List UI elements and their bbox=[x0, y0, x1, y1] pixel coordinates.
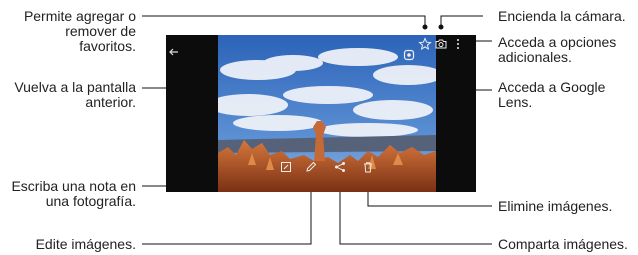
callout-more-options: Acceda a opciones adicionales. bbox=[498, 34, 617, 65]
callout-camera: Encienda la cámara. bbox=[498, 8, 626, 24]
more-vertical-icon[interactable] bbox=[451, 37, 465, 51]
trash-icon[interactable] bbox=[361, 160, 375, 174]
gallery-screen bbox=[166, 35, 476, 192]
callout-edit: Edite imágenes. bbox=[35, 236, 136, 252]
pencil-icon[interactable] bbox=[304, 160, 318, 174]
note-icon[interactable] bbox=[279, 160, 293, 174]
star-icon[interactable] bbox=[418, 37, 432, 51]
google-lens-icon[interactable] bbox=[402, 48, 416, 62]
callout-delete: Elimine imágenes. bbox=[498, 198, 613, 214]
arrow-left-icon[interactable] bbox=[167, 45, 181, 59]
callout-share: Comparta imágenes. bbox=[498, 236, 628, 252]
callout-back: Vuelva a la pantalla anterior. bbox=[14, 79, 136, 110]
share-icon[interactable] bbox=[333, 160, 347, 174]
camera-icon[interactable] bbox=[434, 37, 448, 51]
callout-lens: Acceda a Google Lens. bbox=[498, 79, 606, 110]
callout-note: Escriba una nota en una fotografía. bbox=[11, 178, 136, 209]
callout-favorites: Permite agregar o remover de favoritos. bbox=[23, 8, 136, 54]
